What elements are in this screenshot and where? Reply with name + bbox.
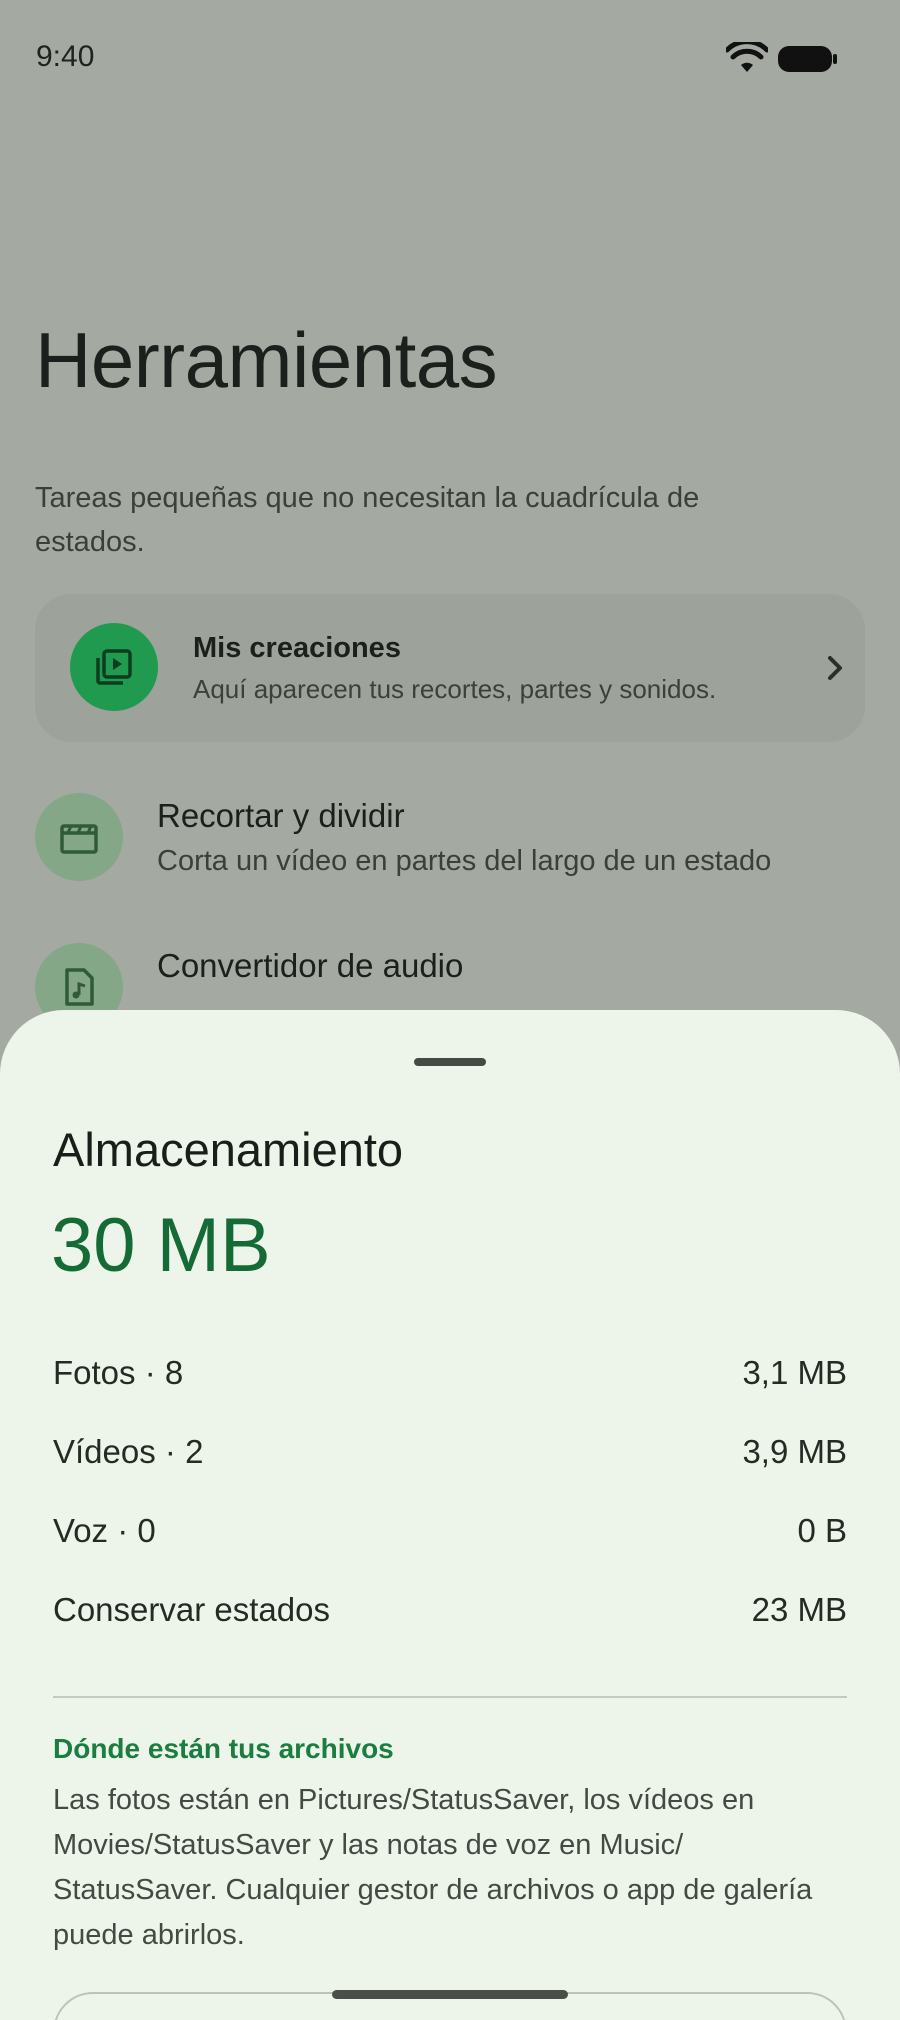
row-value: 3,9 MB [742,1433,847,1470]
status-bar: 9:40 [0,0,900,120]
my-creations-card[interactable]: Mis creaciones Aquí aparecen tus recorte… [35,594,865,742]
tool-title: Recortar y dividir [157,797,405,834]
home-indicator[interactable] [332,1990,568,1999]
row-label: Conservar estados [53,1591,330,1628]
storage-bottom-sheet: Almacenamiento 30 MB Fotos · 8 3,1 MB Ví… [0,1010,900,2020]
clapperboard-icon [35,793,123,881]
tool-description: Corta un vídeo en partes del largo de un… [157,845,772,877]
my-creations-title: Mis creaciones [193,632,401,664]
row-label: Voz · 0 [53,1512,156,1549]
my-creations-description: Aquí aparecen tus recortes, partes y son… [193,674,717,704]
files-location-description: Las fotos están en Pictures/StatusSaver,… [53,1784,813,1951]
row-value: 0 B [797,1512,847,1549]
storage-row-photos: Fotos · 8 3,1 MB [53,1354,847,1398]
row-value: 23 MB [751,1591,847,1628]
tool-trim-split[interactable]: Recortar y dividir Corta un vídeo en par… [35,793,875,903]
wifi-icon [726,42,768,72]
battery-icon [778,46,837,72]
page-subtitle: Tareas pequeñas que no necesitan la cuad… [35,482,700,558]
row-label: Fotos · 8 [53,1354,184,1391]
drag-handle[interactable] [414,1058,486,1066]
storage-row-voice: Voz · 0 0 B [53,1512,847,1556]
sheet-title: Almacenamiento [53,1123,404,1176]
storage-total: 30 MB [51,1203,271,1288]
files-location-title: Dónde están tus archivos [53,1733,394,1764]
row-label: Vídeos · 2 [53,1433,204,1470]
status-time: 9:40 [36,40,95,73]
tool-title: Convertidor de audio [157,947,464,984]
row-value: 3,1 MB [742,1354,847,1391]
page-title: Herramientas [35,316,498,404]
chevron-right-icon [828,656,842,680]
storage-row-videos: Vídeos · 2 3,9 MB [53,1433,847,1477]
video-library-icon [70,623,158,711]
storage-row-kept-statuses: Conservar estados 23 MB [53,1591,847,1635]
divider [53,1696,847,1698]
